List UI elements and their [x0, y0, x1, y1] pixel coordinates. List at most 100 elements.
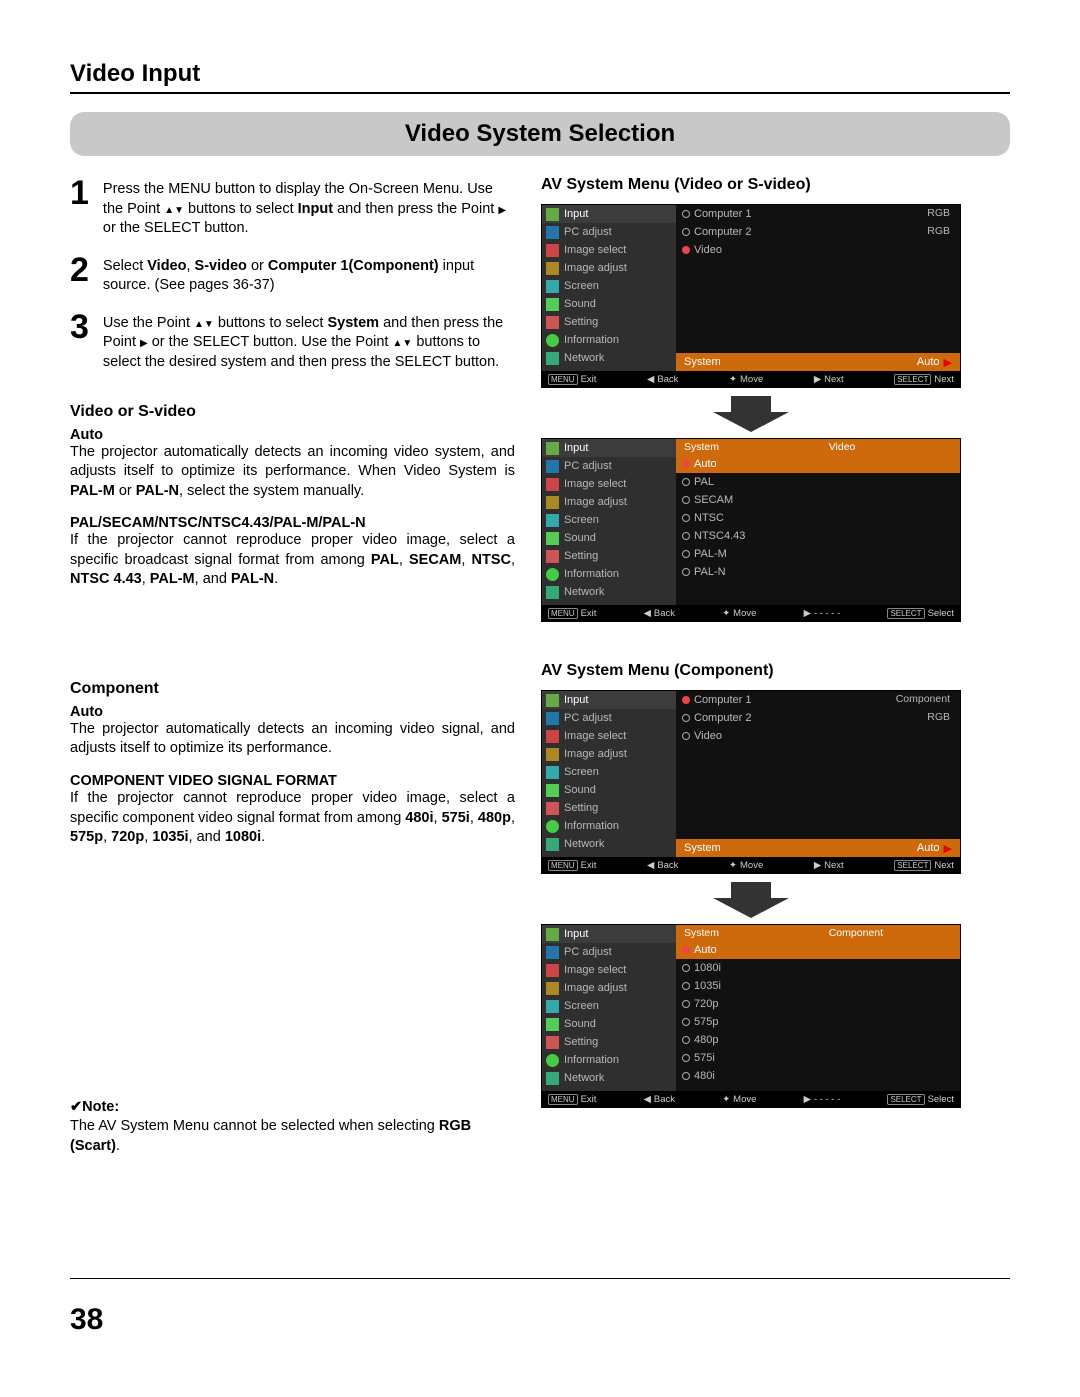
sidebar-item-image-select[interactable]: Image select	[542, 475, 676, 493]
sound-icon	[546, 532, 559, 545]
sidebar-item-information[interactable]: Information	[542, 565, 676, 583]
network-icon	[546, 352, 559, 365]
triangle-right-icon	[140, 334, 148, 350]
next-arrow-icon: ▶	[814, 374, 821, 385]
system-option[interactable]: NTSC4.43	[676, 527, 960, 545]
sidebar-item-setting[interactable]: Setting	[542, 799, 676, 817]
sidebar-item-screen[interactable]: Screen	[542, 277, 676, 295]
sidebar-item-information[interactable]: Information	[542, 1051, 676, 1069]
menu-button-icon: MENU	[548, 1094, 578, 1105]
component-formats-paragraph: If the projector cannot reproduce proper…	[70, 789, 515, 848]
sidebar-item-network[interactable]: Network	[542, 349, 676, 367]
sidebar-item-image-select[interactable]: Image select	[542, 727, 676, 745]
sidebar-item-input[interactable]: Input	[542, 439, 676, 457]
radio-icon	[682, 550, 690, 558]
system-option[interactable]: NTSC	[676, 509, 960, 527]
sidebar-item-setting[interactable]: Setting	[542, 313, 676, 331]
input-option-computer1[interactable]: Computer 1RGB	[676, 205, 960, 223]
input-option-video[interactable]: Video	[676, 241, 960, 259]
setting-icon	[546, 550, 559, 563]
system-option[interactable]: 720p	[676, 995, 960, 1013]
system-header: SystemVideo	[676, 439, 960, 455]
sidebar-item-network[interactable]: Network	[542, 583, 676, 601]
subsection-title-bar: Video System Selection	[70, 112, 1010, 156]
component-auto-label: Auto	[70, 704, 515, 720]
pc-icon	[546, 226, 559, 239]
system-bar[interactable]: System Auto▶	[676, 839, 960, 857]
system-header: SystemComponent	[676, 925, 960, 941]
sidebar-item-image-adjust[interactable]: Image adjust	[542, 745, 676, 763]
step-number: 2	[70, 253, 89, 296]
sidebar-item-screen[interactable]: Screen	[542, 997, 676, 1015]
input-option-computer2[interactable]: Computer 2RGB	[676, 709, 960, 727]
triangle-down-icon	[174, 201, 184, 217]
system-option[interactable]: SECAM	[676, 491, 960, 509]
system-option[interactable]: 575i	[676, 1049, 960, 1067]
image-select-icon	[546, 964, 559, 977]
system-bar[interactable]: System Auto▶	[676, 353, 960, 371]
sidebar-item-sound[interactable]: Sound	[542, 529, 676, 547]
system-option[interactable]: Auto	[676, 941, 960, 959]
sidebar-item-network[interactable]: Network	[542, 835, 676, 853]
sidebar-item-screen[interactable]: Screen	[542, 511, 676, 529]
pc-icon	[546, 460, 559, 473]
osd-sidebar: Input PC adjust Image select Image adjus…	[542, 925, 676, 1091]
sidebar-item-image-adjust[interactable]: Image adjust	[542, 493, 676, 511]
menu-button-icon: MENU	[548, 374, 578, 385]
sidebar-item-image-select[interactable]: Image select	[542, 961, 676, 979]
input-icon	[546, 694, 559, 707]
network-icon	[546, 1072, 559, 1085]
system-option[interactable]: 1080i	[676, 959, 960, 977]
setting-icon	[546, 802, 559, 815]
sidebar-item-pc-adjust[interactable]: PC adjust	[542, 457, 676, 475]
sidebar-item-information[interactable]: Information	[542, 331, 676, 349]
system-option[interactable]: PAL-N	[676, 563, 960, 581]
osd-footer: MENUExit ◀Back ✦Move ▶- - - - - SELECTSe…	[542, 605, 960, 621]
component-video-signal-format-label: COMPONENT VIDEO SIGNAL FORMAT	[70, 773, 515, 789]
osd-menu-2: Input PC adjust Image select Image adjus…	[541, 438, 961, 622]
sidebar-item-sound[interactable]: Sound	[542, 295, 676, 313]
input-option-video[interactable]: Video	[676, 727, 960, 745]
system-option[interactable]: PAL	[676, 473, 960, 491]
sidebar-item-input[interactable]: Input	[542, 925, 676, 943]
system-option[interactable]: 480i	[676, 1067, 960, 1085]
sidebar-item-pc-adjust[interactable]: PC adjust	[542, 943, 676, 961]
triangle-up-icon	[164, 201, 174, 217]
select-button-icon: SELECT	[894, 860, 931, 871]
system-option[interactable]: Auto	[676, 455, 960, 473]
radio-icon	[682, 478, 690, 486]
sidebar-item-image-adjust[interactable]: Image adjust	[542, 979, 676, 997]
radio-icon	[682, 228, 690, 236]
sidebar-item-screen[interactable]: Screen	[542, 763, 676, 781]
input-option-computer2[interactable]: Computer 2RGB	[676, 223, 960, 241]
system-option[interactable]: 1035i	[676, 977, 960, 995]
sidebar-item-input[interactable]: Input	[542, 205, 676, 223]
sidebar-item-image-adjust[interactable]: Image adjust	[542, 259, 676, 277]
sidebar-item-image-select[interactable]: Image select	[542, 241, 676, 259]
triangle-up-icon	[392, 334, 402, 350]
osd-right-pane: Computer 1Component Computer 2RGB Video …	[676, 691, 960, 857]
sidebar-item-sound[interactable]: Sound	[542, 781, 676, 799]
image-adjust-icon	[546, 496, 559, 509]
video-svideo-heading: Video or S-video	[70, 403, 515, 421]
sidebar-item-sound[interactable]: Sound	[542, 1015, 676, 1033]
sidebar-item-pc-adjust[interactable]: PC adjust	[542, 223, 676, 241]
sidebar-item-setting[interactable]: Setting	[542, 1033, 676, 1051]
setting-icon	[546, 1036, 559, 1049]
section-title: Video Input	[70, 60, 1010, 94]
osd-footer: MENUExit ◀Back ✦Move ▶Next SELECTNext	[542, 857, 960, 873]
sidebar-item-information[interactable]: Information	[542, 817, 676, 835]
sidebar-item-network[interactable]: Network	[542, 1069, 676, 1087]
sidebar-item-pc-adjust[interactable]: PC adjust	[542, 709, 676, 727]
image-select-icon	[546, 244, 559, 257]
sidebar-item-input[interactable]: Input	[542, 691, 676, 709]
system-option[interactable]: 575p	[676, 1013, 960, 1031]
info-icon	[546, 334, 559, 347]
system-option[interactable]: PAL-M	[676, 545, 960, 563]
step-2: 2 Select Video, S-video or Computer 1(Co…	[70, 253, 515, 296]
pc-icon	[546, 946, 559, 959]
input-icon	[546, 208, 559, 221]
system-option[interactable]: 480p	[676, 1031, 960, 1049]
sidebar-item-setting[interactable]: Setting	[542, 547, 676, 565]
input-option-computer1[interactable]: Computer 1Component	[676, 691, 960, 709]
